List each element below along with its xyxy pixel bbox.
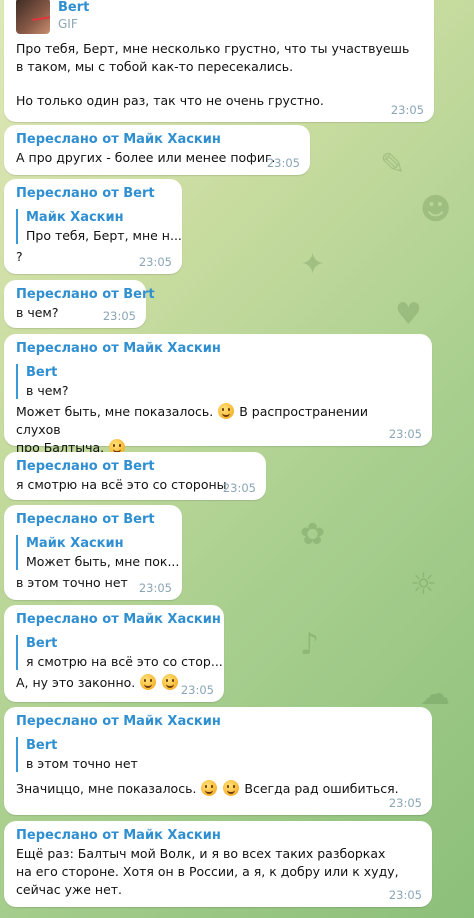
message-bubble[interactable]: Переслано от Майк Хаскин Bert я смотрю н… — [4, 605, 224, 702]
quote-author: Майк Хаскин — [26, 210, 124, 225]
smile-emoji-icon — [223, 780, 240, 796]
message-text: Но только один раз, так что не очень гру… — [16, 93, 324, 108]
message-time: 23:05 — [222, 481, 256, 495]
message-text: Может быть, мне показалось. В распростра… — [16, 403, 416, 457]
message-text-part: Может быть, мне показалось. — [16, 404, 214, 419]
reply-quote[interactable]: Bert я смотрю на всё это со стор... — [16, 635, 223, 670]
doodle-star-icon: ✦ — [300, 247, 326, 282]
message-bubble[interactable]: Переслано от Bert в чем? 23:05 — [4, 280, 155, 328]
message-time: 23:05 — [138, 255, 172, 269]
reply-quote[interactable]: Майк Хаскин Может быть, мне пок... — [16, 535, 180, 570]
message-text-part: Всегда рад ошибиться. — [244, 781, 399, 796]
message-text: А про других - более или менее пофиг. — [16, 150, 276, 165]
quote-text: в этом точно нет — [26, 756, 138, 771]
quote-author: Bert — [26, 738, 58, 753]
smile-emoji-icon — [162, 674, 179, 690]
forwarded-from[interactable]: Переслано от Майк Хаскин — [16, 713, 420, 731]
message-time: 23:05 — [388, 796, 422, 810]
message-bubble[interactable]: Переслано от Bert Майк Хаскин Про тебя, … — [4, 179, 182, 274]
message-text: Про тебя, Берт, мне несколько грустно, ч… — [16, 41, 410, 74]
forwarded-from[interactable]: Переслано от Bert — [16, 286, 155, 304]
forwarded-from[interactable]: Переслано от Bert — [16, 511, 170, 529]
forwarded-from[interactable]: Переслано от Майк Хаскин — [16, 611, 221, 629]
reply-quote[interactable]: Bert в чем? — [16, 364, 420, 399]
message-bubble[interactable]: Переслано от Майк Хаскин Ещё раз: Балтыч… — [4, 821, 432, 907]
message-time: 23:05 — [102, 309, 136, 323]
gif-thumbnail[interactable] — [16, 0, 50, 34]
doodle-heart-icon: ♥ — [395, 297, 422, 332]
quote-text: Про тебя, Берт, мне н... — [26, 228, 182, 243]
forwarded-from[interactable]: Переслано от Bert — [16, 185, 170, 203]
reply-quote[interactable]: Майк Хаскин Про тебя, Берт, мне н... — [16, 209, 182, 244]
quote-author: Bert — [26, 636, 58, 651]
doodle-note-icon: ♪ — [300, 627, 320, 662]
message-text: я смотрю на всё это со стороны — [16, 477, 227, 492]
doodle-cat-icon: ☻ — [420, 192, 452, 227]
message-time: 23:05 — [180, 683, 214, 697]
forwarded-from[interactable]: Переслано от Майк Хаскин — [16, 340, 420, 358]
reply-sender: Bert — [58, 0, 90, 15]
forwarded-from[interactable]: Переслано от Bert — [16, 458, 254, 476]
doodle-pencil-icon: ✎ — [380, 147, 406, 182]
message-time: 23:05 — [266, 156, 300, 170]
doodle-cloud-icon: ☁ — [420, 677, 450, 712]
forwarded-from[interactable]: Переслано от Майк Хаскин — [16, 131, 298, 149]
message-bubble[interactable]: Переслано от Bert я смотрю на всё это со… — [4, 452, 266, 500]
message-time: 23:05 — [390, 103, 424, 117]
message-text: Значиццо, мне показалось. Всегда рад оши… — [16, 780, 420, 798]
message-text: Ещё раз: Балтыч мой Волк, и я во всех та… — [16, 846, 399, 897]
message-bubble[interactable]: Переслано от Майк Хаскин Bert в этом точ… — [4, 707, 432, 815]
quote-text: я смотрю на всё это со стор... — [26, 654, 223, 669]
forwarded-from[interactable]: Переслано от Майк Хаскин — [16, 827, 420, 845]
quote-text: Может быть, мне пок... — [26, 554, 180, 569]
message-time: 23:05 — [388, 888, 422, 902]
quote-text: в чем? — [26, 383, 69, 398]
message-text-part: Значиццо, мне показалось. — [16, 781, 197, 796]
message-bubble[interactable]: Переслано от Bert Майк Хаскин Может быть… — [4, 505, 182, 600]
reply-quote[interactable]: Bert в этом точно нет — [16, 737, 420, 772]
message-time: 23:05 — [138, 581, 172, 595]
quote-author: Bert — [26, 365, 58, 380]
message-bubble[interactable]: Bert GIF Про тебя, Берт, мне несколько г… — [4, 0, 434, 122]
message-bubble[interactable]: Переслано от Майк Хаскин А про других - … — [4, 125, 310, 175]
smile-emoji-icon — [218, 403, 235, 419]
message-text-part: А, ну это законно. — [16, 675, 136, 690]
doodle-sun-icon: ☼ — [410, 567, 437, 602]
strike-icon — [32, 13, 50, 21]
smile-emoji-icon — [140, 674, 157, 690]
smile-emoji-icon — [201, 780, 218, 796]
quote-author: Майк Хаскин — [26, 536, 124, 551]
doodle-flower-icon: ✿ — [300, 517, 326, 552]
media-label: GIF — [58, 17, 78, 31]
message-bubble[interactable]: Переслано от Майк Хаскин Bert в чем? Мож… — [4, 334, 432, 455]
message-time: 23:05 — [388, 427, 422, 441]
